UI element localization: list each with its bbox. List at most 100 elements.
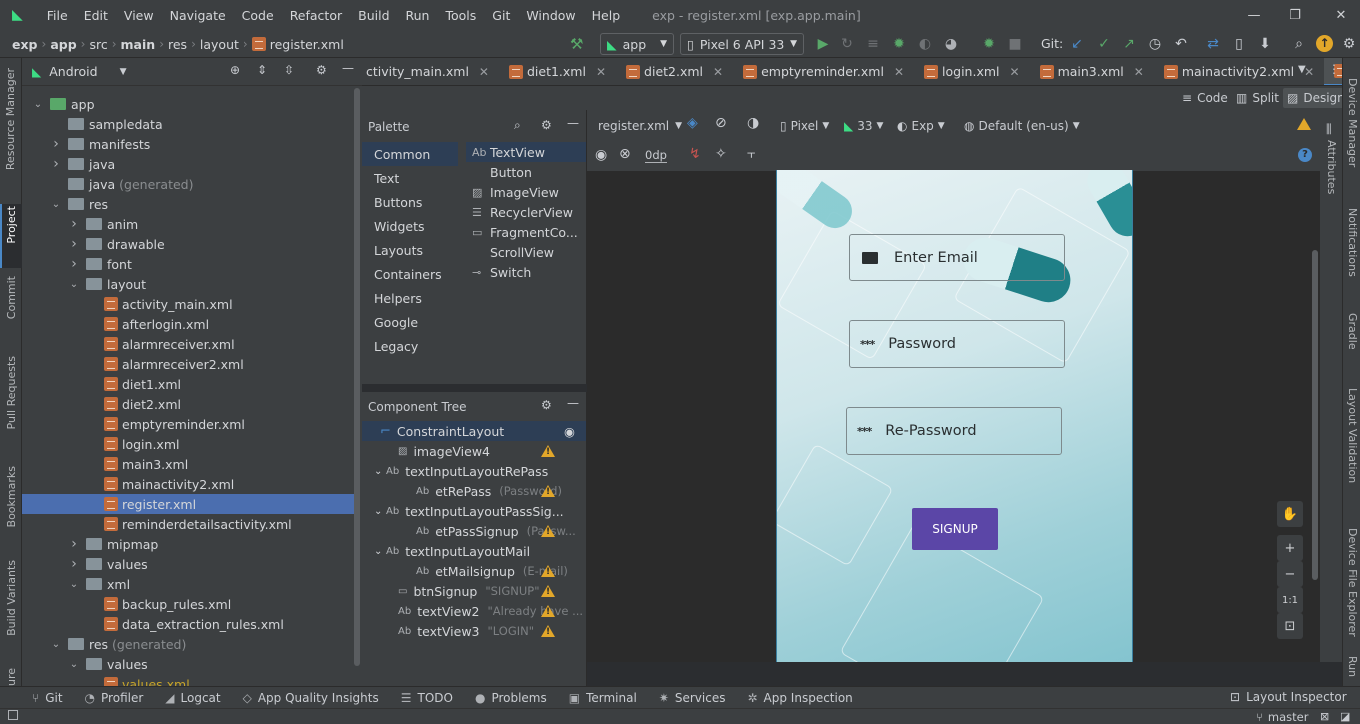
- profile-icon[interactable]: ◐: [914, 33, 936, 55]
- hide-panel-icon[interactable]: —: [567, 116, 579, 130]
- run-config-select[interactable]: ◣ app ▼: [600, 33, 674, 55]
- tree-item[interactable]: › anim: [22, 214, 354, 234]
- tree-item[interactable]: diet1.xml: [22, 374, 354, 394]
- gear-icon[interactable]: ⚙: [316, 63, 327, 77]
- device-mirror-icon[interactable]: ⇄: [1202, 33, 1224, 55]
- close-tab-icon[interactable]: ✕: [713, 65, 723, 79]
- bottom-tool-logcat[interactable]: ◢ Logcat: [165, 691, 220, 705]
- tree-item[interactable]: › values: [22, 554, 354, 574]
- target-icon[interactable]: ⊕: [230, 63, 240, 77]
- bookmarks-tab[interactable]: Bookmarks: [5, 466, 18, 527]
- password-field[interactable]: *** Password: [849, 320, 1065, 368]
- device-manager-icon[interactable]: ▯: [1228, 33, 1250, 55]
- palette-category[interactable]: Containers: [362, 262, 458, 286]
- chevron-down-icon[interactable]: ⌄: [374, 466, 386, 477]
- notifications-tab[interactable]: Notifications: [1346, 208, 1359, 277]
- autoconnect-icon[interactable]: ⊗: [619, 146, 631, 162]
- more-icon[interactable]: ⋮: [1328, 62, 1340, 76]
- view-mode-code[interactable]: ≡ Code: [1182, 88, 1228, 108]
- warning-icon[interactable]: [541, 445, 555, 457]
- view-mode-split[interactable]: ▥ Split: [1236, 88, 1279, 108]
- device-manager-tab[interactable]: Device Manager: [1346, 78, 1359, 167]
- breadcrumb-item[interactable]: exp: [12, 37, 38, 52]
- warning-icon[interactable]: [541, 525, 555, 537]
- breadcrumb-item[interactable]: src: [89, 37, 107, 52]
- layout-validation-tab[interactable]: Layout Validation: [1346, 388, 1359, 483]
- palette-item[interactable]: ▭ FragmentCo...: [466, 222, 586, 242]
- menu-item-git[interactable]: Git: [484, 8, 518, 23]
- chevron-down-icon[interactable]: ⌄: [68, 579, 80, 590]
- menu-item-code[interactable]: Code: [234, 8, 282, 23]
- warning-icon[interactable]: [541, 585, 555, 597]
- chevron-down-icon[interactable]: ⌄: [68, 279, 80, 290]
- component-tree-item[interactable]: ⌄ Ab textInputLayoutRePass: [362, 461, 586, 481]
- menu-item-help[interactable]: Help: [584, 8, 629, 23]
- project-view-select[interactable]: Android: [49, 64, 97, 79]
- close-tab-icon[interactable]: ✕: [596, 65, 606, 79]
- minimize-icon[interactable]: —: [1231, 0, 1277, 30]
- close-tab-icon[interactable]: ✕: [894, 65, 904, 79]
- sdk-manager-icon[interactable]: ⬇: [1254, 33, 1276, 55]
- bottom-tool-git[interactable]: ⑂ Git: [32, 691, 63, 705]
- palette-category[interactable]: Common: [362, 142, 458, 166]
- bottom-tool-services[interactable]: ✷ Services: [659, 691, 726, 705]
- breadcrumb-item[interactable]: app: [50, 37, 76, 52]
- night-mode-icon[interactable]: ◑: [747, 115, 759, 131]
- component-tree-item[interactable]: Ab etRePass (Password): [362, 481, 586, 501]
- zoom-out-icon[interactable]: −: [1277, 561, 1303, 587]
- tree-item[interactable]: › mipmap: [22, 534, 354, 554]
- component-tree-item[interactable]: Ab textView3 "LOGIN": [362, 621, 586, 641]
- git-update-icon[interactable]: ↙: [1066, 33, 1088, 55]
- chevron-right-icon[interactable]: ›: [68, 536, 80, 552]
- eye-icon[interactable]: ◉: [595, 147, 607, 163]
- resource-manager-tab[interactable]: Resource Manager: [4, 68, 17, 170]
- breadcrumb-item[interactable]: layout: [200, 37, 239, 52]
- component-tree-item[interactable]: ⌐ ConstraintLayout ◉: [362, 421, 586, 441]
- device-preview-select[interactable]: ▯ Pixel ▼: [780, 116, 829, 136]
- bug-attach-icon[interactable]: ✹: [978, 33, 1000, 55]
- orientation-icon[interactable]: ⊘: [715, 115, 727, 131]
- gradle-tab[interactable]: Gradle: [1346, 313, 1359, 350]
- component-tree-item[interactable]: ⌄ Ab textInputLayoutPassSig...: [362, 501, 586, 521]
- bottom-tool-profiler[interactable]: ◔ Profiler: [85, 691, 144, 705]
- tree-item[interactable]: register.xml: [22, 494, 354, 514]
- menu-item-navigate[interactable]: Navigate: [162, 8, 234, 23]
- infer-constraints-icon[interactable]: ✧: [715, 146, 727, 162]
- chevron-right-icon[interactable]: ›: [50, 156, 62, 172]
- tree-item[interactable]: › manifests: [22, 134, 354, 154]
- tree-item[interactable]: › java: [22, 154, 354, 174]
- device-select[interactable]: ▯ Pixel 6 API 33 ▼: [680, 33, 804, 55]
- restore-icon[interactable]: ❐: [1272, 0, 1318, 30]
- chevron-right-icon[interactable]: ›: [68, 556, 80, 572]
- component-tree-item[interactable]: ▭ btnSignup "SIGNUP": [362, 581, 586, 601]
- tree-item[interactable]: backup_rules.xml: [22, 594, 354, 614]
- editor-tab[interactable]: diet2.xml ✕: [616, 58, 733, 85]
- zoom-fit-icon[interactable]: ⊡: [1277, 613, 1303, 639]
- palette-category[interactable]: Buttons: [362, 190, 458, 214]
- tree-item[interactable]: main3.xml: [22, 454, 354, 474]
- component-tree-item[interactable]: ⌄ Ab textInputLayoutMail: [362, 541, 586, 561]
- menu-item-edit[interactable]: Edit: [76, 8, 116, 23]
- palette-category[interactable]: Helpers: [362, 286, 458, 310]
- editor-tab[interactable]: login.xml ✕: [914, 58, 1030, 85]
- warning-icon[interactable]: [541, 485, 555, 497]
- tree-item[interactable]: ⌄ xml: [22, 574, 354, 594]
- stop-icon[interactable]: ■: [1004, 33, 1026, 55]
- menu-item-file[interactable]: File: [39, 8, 76, 23]
- warning-icon[interactable]: [541, 625, 555, 637]
- menu-item-run[interactable]: Run: [398, 8, 438, 23]
- editor-tab[interactable]: diet1.xml ✕: [499, 58, 616, 85]
- menu-item-refactor[interactable]: Refactor: [282, 8, 350, 23]
- tree-item[interactable]: › drawable: [22, 234, 354, 254]
- canvas-scrollbar[interactable]: [1312, 250, 1318, 580]
- warning-icon[interactable]: [541, 605, 555, 617]
- warning-icon[interactable]: [1297, 118, 1311, 130]
- history-icon[interactable]: ◷: [1144, 33, 1166, 55]
- close-tab-icon[interactable]: ✕: [1010, 65, 1020, 79]
- tab-list-chevron-icon[interactable]: ▼: [1298, 64, 1306, 75]
- chevron-down-icon[interactable]: ⌄: [50, 199, 62, 210]
- hide-panel-icon[interactable]: —: [567, 396, 579, 410]
- menu-item-window[interactable]: Window: [518, 8, 583, 23]
- close-tab-icon[interactable]: ✕: [1134, 65, 1144, 79]
- git-commit-icon[interactable]: ✓: [1093, 33, 1115, 55]
